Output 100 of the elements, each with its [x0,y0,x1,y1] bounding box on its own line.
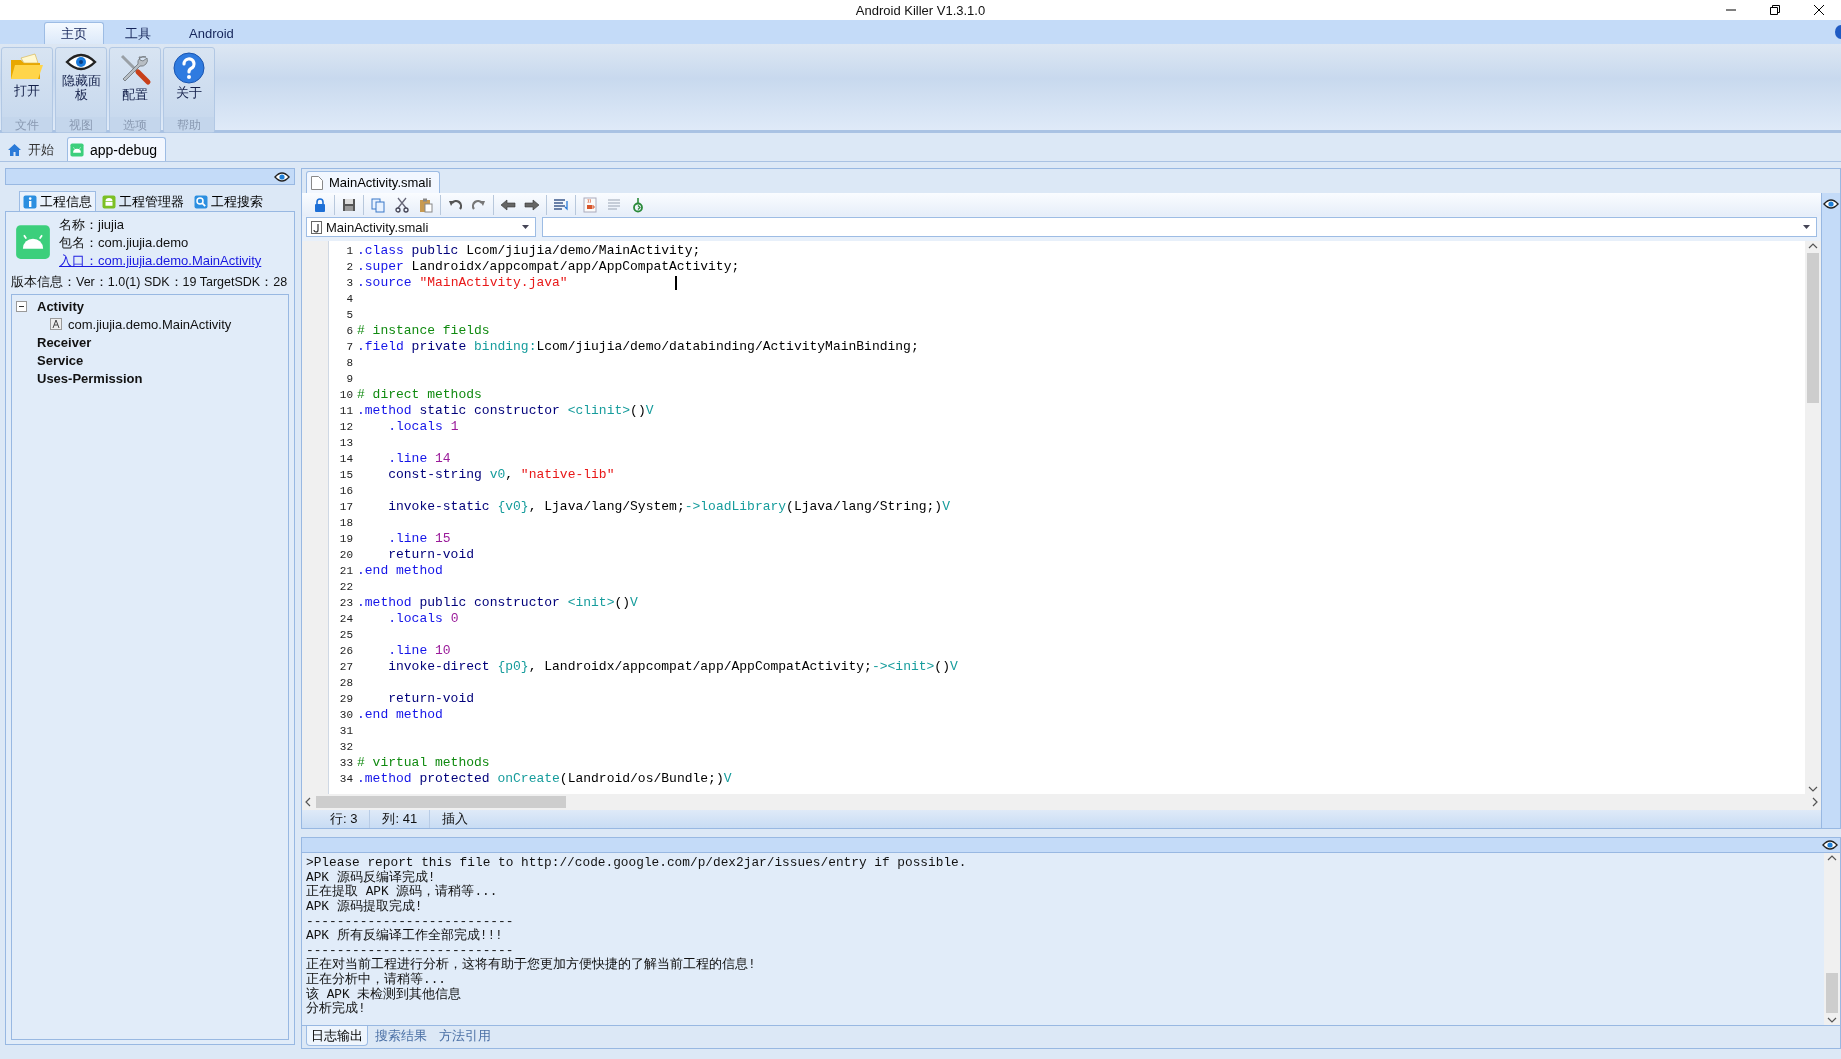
line-number: 26 [338,644,354,659]
log-line: APK 源码反编译完成! [306,870,436,885]
code-line: .method protected onCreate(Landroid/os/Bundle;)V [357,771,732,787]
expand-toggle[interactable] [16,300,27,312]
line-number: 31 [338,724,354,739]
ribbon-button[interactable]: 打开 [2,48,52,117]
ribbon-button[interactable]: 隐藏面板 [56,48,106,117]
scroll-down-icon[interactable] [1827,1015,1837,1025]
code-line: .locals 0 [387,611,459,627]
panel-tab[interactable]: 工程信息 [19,191,96,211]
group-label: 文件 [2,117,52,132]
ribbon-tab[interactable]: Android [172,22,251,44]
panel-eye-icon[interactable] [1823,199,1839,209]
tree-node[interactable]: Activity [37,298,84,314]
line-number: 25 [338,628,354,643]
tree-node[interactable]: Uses-Permission [37,370,143,386]
log-line: 正在提取 APK 源码，请稍等... [306,885,499,900]
code-line: .end method [357,707,443,723]
text-cursor [675,276,677,290]
line-number: 10 [338,388,354,403]
code-line: invoke-static {v0}, Ljava/lang/System;->loadLibrary(Ljava/lang/String;)V [387,499,950,515]
line-number: 20 [338,548,354,563]
line-number: 18 [338,516,354,531]
line-number: 6 [345,324,354,339]
code-line: return-void [387,691,475,707]
entry-link[interactable]: 入口：com.jiujia.demo.MainActivity [59,252,262,270]
tools-icon [118,52,152,86]
line-number: 34 [338,772,354,787]
code-line: return-void [387,547,475,563]
tree-node[interactable]: Receiver [37,334,92,350]
cursor-column: 列: 41 [370,810,431,829]
window-title: Android Killer V1.3.1.0 [855,2,986,18]
line-number: 8 [345,356,354,371]
output-eye-icon[interactable] [1822,840,1838,851]
line-number: 33 [338,756,354,771]
ribbon-tab[interactable]: 主页 [44,22,104,44]
hide-panel-icon[interactable] [274,171,290,182]
eye-icon [65,52,97,72]
info-icon [23,194,37,209]
line-number: 23 [338,596,354,611]
group-label: 帮助 [164,117,214,132]
log-line: APK 所有反编译工作全部完成!!! [306,929,504,944]
log-line: --------------------------- [306,914,515,929]
vertical-scrollbar[interactable] [1824,853,1840,1025]
package-name: 包名：com.jiujia.demo [59,234,190,252]
vertical-scrollbar[interactable] [1805,241,1821,795]
ribbon-button[interactable]: 配置 [110,48,160,117]
code-line: .super Landroidx/appcompat/app/AppCompatActivity; [357,259,740,275]
close-icon [1814,5,1824,15]
code-line: .method static constructor <clinit>()V [357,403,654,419]
insert-mode: 插入 [441,810,470,829]
file-dropdown[interactable]: MainActivity.smali [306,217,536,237]
code-line: .line 14 [387,451,451,467]
editor-tab[interactable]: MainActivity.smali [306,171,441,193]
code-line: .line 10 [387,643,451,659]
cursor-row: 行: 3 [318,810,371,829]
panel-tab[interactable]: 工程搜索 [190,191,267,211]
line-number: 28 [338,676,354,691]
tree-leaf[interactable]: com.jiujia.demo.MainActivity [68,316,232,332]
tree-node[interactable]: Service [37,352,84,368]
ribbon-tab[interactable]: 工具 [108,22,168,44]
scroll-thumb[interactable] [1807,253,1819,403]
line-number: 13 [338,436,354,451]
help-icon [173,52,205,84]
output-tab[interactable]: 搜索结果 [370,1026,432,1046]
line-number: 14 [338,452,354,467]
scroll-up-icon[interactable] [1808,241,1818,251]
line-number: 30 [338,708,354,723]
log-line: 正在对当前工程进行分析，这将有助于您更加方便快捷的了解当前工程的信息! [306,958,757,973]
app-icon [15,224,51,260]
java-file-icon [311,220,322,234]
code-line: .line 15 [387,531,451,547]
log-line: >Please report this file to http://code.google.com/p/dex2jar/issues/entry if possible. [306,856,968,871]
document-tab[interactable]: 开始 [4,137,63,161]
version-info: 版本信息：Ver：1.0(1) SDK：19 TargetSDK：28 [11,274,289,290]
folder-icon [9,52,45,82]
search-icon [194,194,208,209]
home-icon [7,142,22,157]
scroll-thumb[interactable] [1826,973,1838,1013]
line-number: 29 [338,692,354,707]
scroll-thumb[interactable] [316,796,566,809]
code-line: .end method [357,563,443,579]
output-tab[interactable]: 方法引用 [434,1026,496,1046]
panel-tab[interactable]: 工程管理器 [98,191,188,211]
line-number: 22 [338,580,354,595]
app-name: 名称：jiujia [59,216,125,234]
line-number: 1 [345,244,354,259]
group-label: 选项 [110,117,160,132]
log-line: 正在分析中，请稍等... [306,973,448,987]
code-line: const-string v0, "native-lib" [387,467,615,483]
line-number: 7 [345,340,354,355]
ribbon-button[interactable]: 关于 [164,48,214,117]
code-line: .class public Lcom/jiujia/demo/MainActivity; [357,243,701,259]
line-number: 27 [338,660,354,675]
line-number: 19 [338,532,354,547]
output-tab[interactable]: 日志输出 [306,1026,368,1046]
class-icon [50,318,62,330]
horizontal-scrollbar[interactable] [302,794,1821,811]
log-line: --------------------------- [306,943,514,958]
document-tab[interactable]: app-debug [67,137,166,161]
